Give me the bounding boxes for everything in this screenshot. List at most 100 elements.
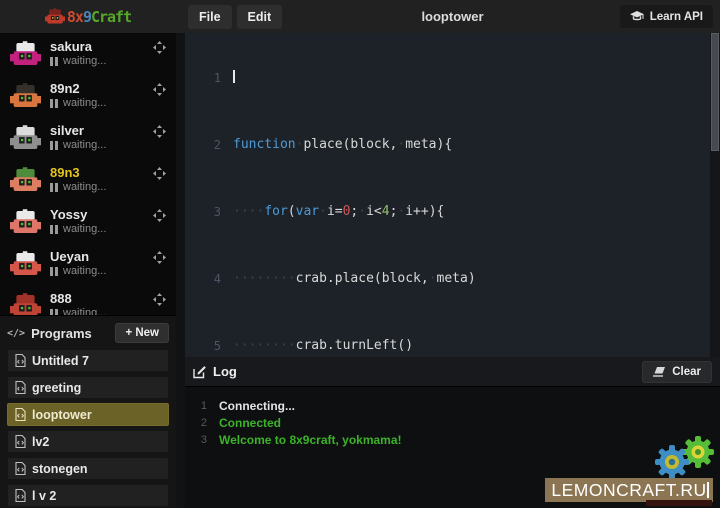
program-item[interactable]: greeting bbox=[7, 376, 169, 399]
program-item[interactable]: l v 2 bbox=[7, 484, 169, 507]
robot-icon bbox=[10, 41, 41, 67]
programs-title: Programs bbox=[31, 326, 115, 341]
app-logo: 8x9Craft bbox=[0, 0, 176, 33]
editor-scrollbar bbox=[710, 33, 720, 357]
code-line: 1 bbox=[185, 70, 710, 87]
program-file-icon bbox=[15, 408, 26, 421]
player-row[interactable]: Yossy waiting... bbox=[0, 201, 176, 243]
line-number: 2 bbox=[185, 137, 233, 154]
program-item[interactable]: lv2 bbox=[7, 430, 169, 453]
player-status-text: waiting... bbox=[63, 55, 106, 67]
code-line: 4 ········crab.place(block,·meta) bbox=[185, 271, 710, 288]
watermark-bar: LEMONCRAFT.RU bbox=[545, 478, 713, 502]
log-edit-icon bbox=[193, 365, 207, 379]
pause-icon bbox=[50, 141, 58, 150]
code-lines: 1 2 function·place(block,·meta){ 3 ····f… bbox=[185, 36, 710, 357]
robot-icon bbox=[10, 167, 41, 193]
watermark-text: LEMONCRAFT.RU bbox=[551, 480, 706, 501]
player-row[interactable]: silver waiting... bbox=[0, 117, 176, 159]
log-header: Log Clear bbox=[185, 357, 720, 387]
player-status: waiting... bbox=[50, 139, 106, 151]
move-icon[interactable] bbox=[153, 209, 166, 222]
robot-icon bbox=[10, 293, 41, 315]
program-name: looptower bbox=[32, 408, 92, 422]
line-code: ····for(var·i=0;·i<4;·i++){ bbox=[233, 204, 444, 221]
log-line-number: 2 bbox=[185, 417, 219, 429]
player-status-text: waiting... bbox=[63, 181, 106, 193]
player-meta: 888 waiting... bbox=[50, 291, 106, 315]
player-name: 89n2 bbox=[50, 81, 106, 96]
player-meta: Ueyan waiting... bbox=[50, 249, 106, 277]
player-row[interactable]: 89n3 waiting... bbox=[0, 159, 176, 201]
log-line-text: Connected bbox=[219, 416, 281, 430]
player-status-text: waiting... bbox=[63, 265, 106, 277]
robot-icon bbox=[10, 83, 41, 109]
player-status: waiting... bbox=[50, 265, 106, 277]
crab-logo-icon bbox=[45, 8, 65, 25]
log-line-text: Welcome to 8x9craft, yokmama! bbox=[219, 433, 402, 447]
file-menu-button[interactable]: File bbox=[188, 5, 232, 29]
sidebar: sakura waiting... bbox=[0, 33, 176, 508]
clear-log-button[interactable]: Clear bbox=[642, 361, 712, 383]
player-name: sakura bbox=[50, 39, 106, 54]
program-file-icon bbox=[15, 462, 26, 475]
log-line-text: Connecting... bbox=[219, 399, 295, 413]
move-icon[interactable] bbox=[153, 251, 166, 264]
player-name: Ueyan bbox=[50, 249, 106, 264]
code-line: 2 function·place(block,·meta){ bbox=[185, 137, 710, 154]
watermark-micro bbox=[646, 500, 712, 506]
move-icon[interactable] bbox=[153, 41, 166, 54]
program-name: Untitled 7 bbox=[32, 354, 89, 368]
learn-api-button[interactable]: Learn API bbox=[620, 5, 713, 28]
move-icon[interactable] bbox=[153, 293, 166, 306]
code-line: 3 ····for(var·i=0;·i<4;·i++){ bbox=[185, 204, 710, 221]
program-item[interactable]: stonegen bbox=[7, 457, 169, 480]
player-meta: 89n3 waiting... bbox=[50, 165, 106, 193]
line-number: 3 bbox=[185, 204, 233, 221]
player-status: waiting... bbox=[50, 55, 106, 67]
watermark-caret bbox=[707, 482, 709, 498]
move-icon[interactable] bbox=[153, 83, 166, 96]
log-line: 1 Connecting... bbox=[185, 397, 720, 414]
player-meta: 89n2 waiting... bbox=[50, 81, 106, 109]
player-list: sakura waiting... bbox=[0, 33, 176, 315]
program-name: greeting bbox=[32, 381, 81, 395]
program-item[interactable]: Untitled 7 bbox=[7, 349, 169, 372]
player-status-text: waiting... bbox=[63, 307, 106, 315]
text-cursor bbox=[233, 70, 235, 83]
graduation-cap-icon bbox=[630, 11, 644, 22]
edit-menu-button[interactable]: Edit bbox=[237, 5, 283, 29]
program-name: l v 2 bbox=[32, 489, 56, 503]
pause-icon bbox=[50, 183, 58, 192]
pause-icon bbox=[50, 57, 58, 66]
log-line-number: 1 bbox=[185, 400, 219, 412]
player-name: Yossy bbox=[50, 207, 106, 222]
player-status: waiting... bbox=[50, 97, 106, 109]
code-editor[interactable]: 1 2 function·place(block,·meta){ 3 ····f… bbox=[185, 33, 720, 357]
pause-icon bbox=[50, 225, 58, 234]
pause-icon bbox=[50, 267, 58, 276]
player-row[interactable]: 888 waiting... bbox=[0, 285, 176, 315]
move-icon[interactable] bbox=[153, 125, 166, 138]
player-row[interactable]: sakura waiting... bbox=[0, 33, 176, 75]
line-code: ········crab.turnLeft() bbox=[233, 338, 413, 355]
player-row[interactable]: Ueyan waiting... bbox=[0, 243, 176, 285]
program-file-icon bbox=[15, 354, 26, 367]
program-item[interactable]: looptower bbox=[7, 403, 169, 426]
blue-gear-icon bbox=[655, 445, 689, 479]
programs-header: </> Programs + New bbox=[7, 321, 169, 345]
line-number: 5 bbox=[185, 338, 233, 355]
program-name: lv2 bbox=[32, 435, 49, 449]
player-row[interactable]: 89n2 waiting... bbox=[0, 75, 176, 117]
player-status: waiting... bbox=[50, 307, 106, 315]
log-title: Log bbox=[213, 364, 237, 379]
new-program-button[interactable]: + New bbox=[115, 323, 169, 343]
move-icon[interactable] bbox=[153, 167, 166, 180]
menu-bar: File Edit bbox=[188, 0, 282, 33]
player-name: 89n3 bbox=[50, 165, 106, 180]
program-list: Untitled 7 greeting looptower lv2 bbox=[7, 349, 169, 507]
player-status-text: waiting... bbox=[63, 97, 106, 109]
log-lines: 1 Connecting... 2 Connected 3 Welcome to… bbox=[185, 387, 720, 448]
player-meta: silver waiting... bbox=[50, 123, 106, 151]
editor-scrollbar-thumb[interactable] bbox=[711, 33, 719, 151]
